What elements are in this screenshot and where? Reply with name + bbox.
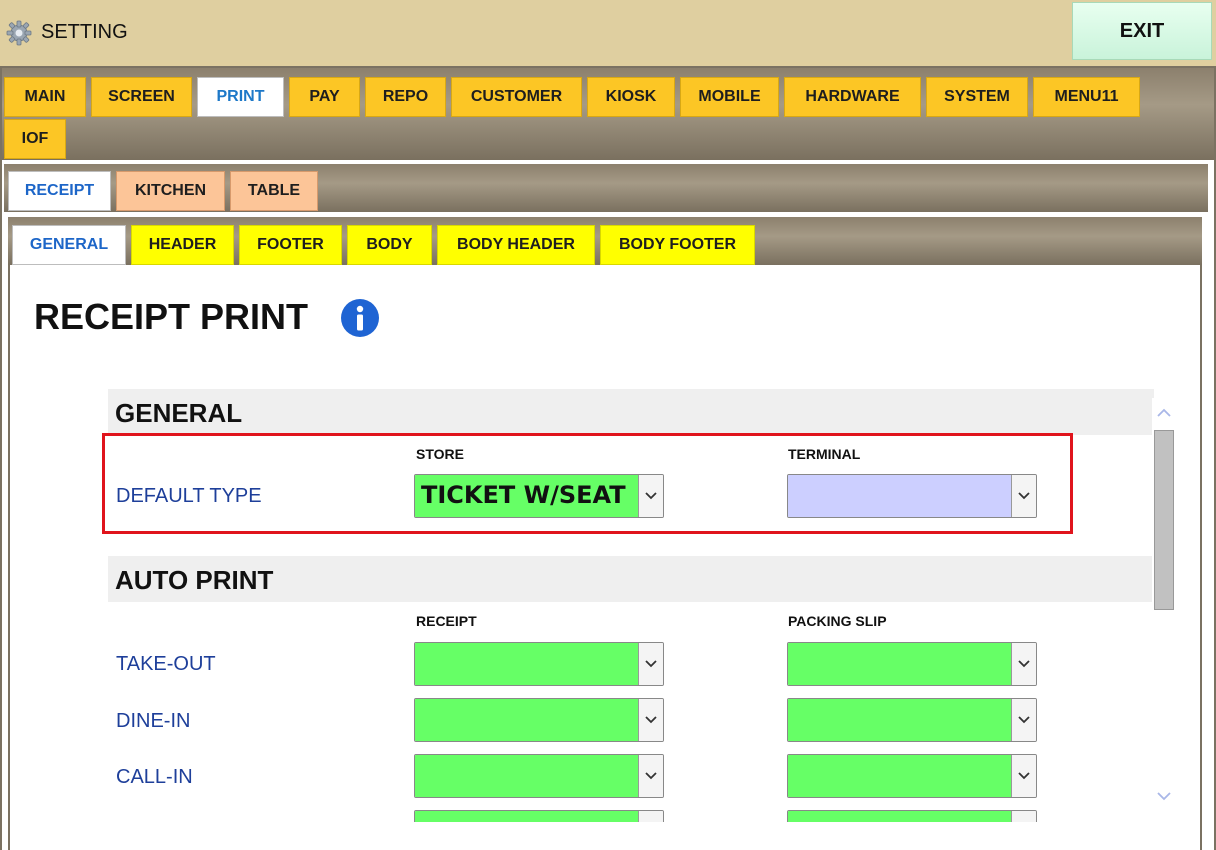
content-scrollbar[interactable] [1152,398,1176,818]
call-in-packing-select[interactable] [787,754,1037,798]
dine-in-packing-select[interactable] [787,698,1037,742]
chevron-down-icon [1011,699,1036,741]
content-bottom-edge [10,822,1200,850]
tab-body-footer[interactable]: BODY FOOTER [600,225,755,265]
app-title: SETTING [41,21,128,43]
chevron-down-icon [638,755,663,797]
dine-in-label: DINE-IN [116,710,191,732]
tab-footer[interactable]: FOOTER [239,225,342,265]
tab-iof[interactable]: IOF [4,119,66,159]
take-out-receipt-select[interactable] [414,642,664,686]
tab-system[interactable]: SYSTEM [926,77,1028,117]
tab-pay[interactable]: PAY [289,77,360,117]
tab-header[interactable]: HEADER [131,225,234,265]
tab-kiosk[interactable]: KIOSK [587,77,675,117]
tab-body[interactable]: BODY [347,225,432,265]
scroll-thumb[interactable] [1154,430,1174,610]
auto-print-section-title: AUTO PRINT [115,565,274,595]
chevron-down-icon [1011,755,1036,797]
tab-hardware[interactable]: HARDWARE [784,77,921,117]
gear-icon [6,20,32,46]
tab-print[interactable]: PRINT [197,77,284,117]
chevron-down-icon [1011,643,1036,685]
call-in-receipt-select[interactable] [414,754,664,798]
tab-repo[interactable]: REPO [365,77,446,117]
chevron-down-icon [638,699,663,741]
call-in-label: CALL-IN [116,766,193,788]
packing-slip-column-label: PACKING SLIP [788,613,887,629]
general-section-header [108,389,1154,435]
tab-receipt[interactable]: RECEIPT [8,171,111,211]
scroll-down-icon[interactable] [1152,784,1176,808]
tab-mobile[interactable]: MOBILE [680,77,779,117]
tab-screen[interactable]: SCREEN [91,77,192,117]
chevron-down-icon [638,643,663,685]
tab-main[interactable]: MAIN [4,77,86,117]
scroll-up-icon[interactable] [1152,400,1176,424]
tab-kitchen[interactable]: KITCHEN [116,171,225,211]
tab-table[interactable]: TABLE [230,171,318,211]
tab-body-header[interactable]: BODY HEADER [437,225,595,265]
general-section-title: GENERAL [115,398,243,428]
tab-menu11[interactable]: MENU11 [1033,77,1140,117]
take-out-packing-select[interactable] [787,642,1037,686]
info-icon[interactable] [340,298,380,338]
highlight-box [102,433,1073,534]
tab-customer[interactable]: CUSTOMER [451,77,582,117]
page-title: RECEIPT PRINT [34,296,309,337]
receipt-column-label: RECEIPT [416,613,477,629]
tab-general[interactable]: GENERAL [12,225,126,265]
title-bar: SETTING [0,0,1216,62]
take-out-label: TAKE-OUT [116,653,216,675]
exit-button[interactable]: EXIT [1072,2,1212,60]
dine-in-receipt-select[interactable] [414,698,664,742]
